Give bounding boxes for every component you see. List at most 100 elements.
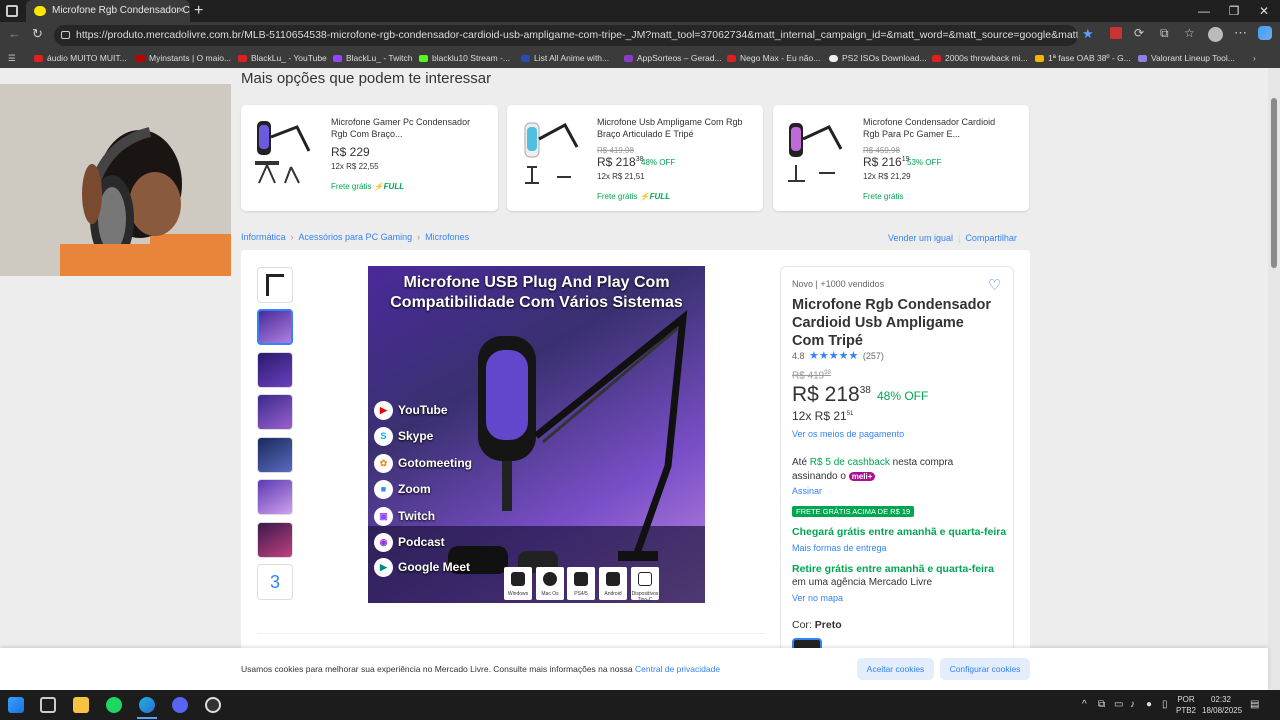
platform-podcast: ◉ Podcast — [374, 532, 445, 552]
gallery-thumbnail[interactable] — [257, 394, 293, 430]
rating-stars-icon: ★★★★★ — [809, 350, 859, 362]
browser-toolbar: ← ↻ https://produto.mercadolivre.com.br/… — [0, 22, 1280, 49]
gallery-thumbnail[interactable] — [257, 522, 293, 558]
google-meet-icon: ▶ — [374, 558, 393, 577]
pickup-text: Retire grátis entre amanhã e quarta-feir… — [792, 563, 994, 575]
task-view-icon[interactable] — [40, 697, 56, 713]
close-window-icon[interactable]: ✕ — [1248, 0, 1280, 22]
favorite-heart-icon[interactable]: ♡ — [988, 276, 1001, 294]
google-drive-icon — [1035, 55, 1044, 63]
bookmark-item[interactable]: BlackLu_ - Twitch — [333, 49, 412, 68]
bookmark-item[interactable]: Valorant Lineup Tool... — [1138, 49, 1235, 68]
more-bookmarks-icon[interactable]: › — [1253, 49, 1256, 68]
card-shipping: Frete grátis — [863, 192, 904, 201]
bookmark-item[interactable]: áudio MUITO MUIT... — [34, 49, 127, 68]
meli-plus-badge: meli+ — [848, 472, 876, 481]
url-text: https://produto.mercadolivre.com.br/MLB-… — [76, 29, 1078, 41]
language-indicator[interactable]: POR PTB2 — [1176, 694, 1196, 716]
breadcrumb-item[interactable]: Acessórios para PC Gaming — [299, 232, 413, 242]
pickup-location: em uma agência Mercado Livre — [792, 577, 933, 588]
bookmarks-menu-icon[interactable]: ☰ — [8, 49, 16, 68]
file-explorer-icon[interactable] — [73, 697, 89, 713]
recommendation-card[interactable]: Microfone Gamer Pc Condensador Rgb Com B… — [241, 105, 498, 211]
bookmark-item[interactable]: List All Anime with... — [521, 49, 609, 68]
bookmark-item[interactable]: Nego Max - Eu não... — [727, 49, 820, 68]
favorite-star-icon[interactable]: ★ — [1082, 26, 1094, 42]
tab-active[interactable]: Microfone Rgb Condensador Cardioid Usb A… — [26, 0, 190, 22]
back-icon[interactable]: ← — [8, 26, 21, 41]
tab-actions-icon[interactable] — [6, 5, 18, 17]
color-row: Cor: Preto — [792, 619, 842, 631]
gallery-more-thumbnails[interactable]: 3 — [257, 564, 293, 600]
split-screen-icon[interactable]: ⧉ — [1160, 26, 1169, 41]
tray-app-icon[interactable]: ⧉ — [1098, 699, 1105, 710]
network-icon[interactable]: ▭ — [1114, 699, 1123, 710]
main-product-image[interactable]: Microfone USB Plug And Play Com Compatib… — [368, 266, 705, 603]
obs-icon[interactable] — [205, 697, 221, 713]
refresh-extension-icon[interactable]: ⟳ — [1134, 26, 1144, 40]
card-discount: 48% OFF — [641, 158, 676, 167]
battery-icon[interactable]: ▯ — [1162, 699, 1168, 710]
card-title[interactable]: Microfone Condensador Cardioid Rgb Para … — [863, 116, 1013, 140]
recommendation-card[interactable]: Microfone Usb Ampligame Com Rgb Braço Ar… — [507, 105, 763, 211]
cookie-banner: Usamos cookies para melhorar sua experiê… — [0, 648, 1268, 690]
podcast-icon: ◉ — [374, 533, 393, 552]
gallery-thumbnail[interactable] — [257, 479, 293, 515]
tab-close-icon[interactable]: × — [178, 0, 184, 22]
gallery-thumbnail[interactable] — [257, 437, 293, 473]
bookmark-item[interactable]: 2000s throwback mi... — [932, 49, 1028, 68]
share-link[interactable]: Compartilhar — [965, 233, 1017, 243]
bookmark-item[interactable]: AppSorteos – Gerad... — [624, 49, 722, 68]
configure-cookies-button[interactable]: Configurar cookies — [940, 658, 1030, 680]
microphone-icon[interactable]: ● — [1146, 699, 1152, 710]
bookmark-item[interactable]: Myinstants | O maio... — [136, 49, 231, 68]
notifications-icon[interactable]: ▤ — [1250, 699, 1259, 710]
maximize-icon[interactable]: ❐ — [1218, 0, 1250, 22]
breadcrumb-item[interactable]: Microfones — [425, 232, 469, 242]
start-icon[interactable] — [8, 697, 24, 713]
breadcrumb-item[interactable]: Informática — [241, 232, 286, 242]
delivery-options-link[interactable]: Mais formas de entrega — [792, 543, 887, 553]
page-scrollbar[interactable] — [1268, 68, 1280, 690]
skype-icon: S — [374, 427, 393, 446]
installments: 12x R$ 2151 — [792, 409, 854, 423]
privacy-center-link[interactable]: Central de privacidade — [635, 664, 720, 674]
bookmarks-bar: ☰ áudio MUITO MUIT... Myinstants | O mai… — [0, 49, 1280, 68]
map-link[interactable]: Ver no mapa — [792, 593, 843, 603]
spotify-icon[interactable] — [106, 697, 122, 713]
review-count[interactable]: (257) — [863, 351, 884, 361]
volume-icon[interactable]: ♪ — [1130, 699, 1135, 710]
bookmark-item[interactable]: blacklu10 Stream -... — [419, 49, 510, 68]
sell-similar-link[interactable]: Vender um igual — [888, 233, 953, 243]
copilot-icon[interactable] — [1258, 26, 1272, 40]
accept-cookies-button[interactable]: Aceitar cookies — [857, 658, 934, 680]
rating-value: 4.8 — [792, 351, 805, 361]
gallery-thumbnail[interactable] — [257, 352, 293, 388]
subscribe-link[interactable]: Assinar — [792, 486, 822, 496]
profile-avatar[interactable] — [1208, 27, 1223, 42]
scrollbar-thumb[interactable] — [1271, 98, 1277, 268]
gallery-thumbnail[interactable] — [257, 267, 293, 303]
minimize-icon[interactable]: — — [1188, 0, 1220, 22]
card-title[interactable]: Microfone Gamer Pc Condensador Rgb Com B… — [331, 116, 481, 140]
bookmark-item[interactable]: BlackLu_ - YouTube — [238, 49, 327, 68]
more-menu-icon[interactable]: ⋯ — [1234, 25, 1247, 41]
card-title[interactable]: Microfone Usb Ampligame Com Rgb Braço Ar… — [597, 116, 747, 140]
bookmark-item[interactable]: 1ª fase OAB 38º - G... — [1035, 49, 1131, 68]
address-bar[interactable]: https://produto.mercadolivre.com.br/MLB-… — [54, 25, 1078, 46]
clock[interactable]: 02:32 18/08/2025 — [1202, 694, 1242, 716]
payment-methods-link[interactable]: Ver os meios de pagamento — [792, 429, 904, 439]
edge-icon[interactable] — [139, 697, 155, 713]
collections-icon[interactable]: ☆ — [1184, 26, 1195, 40]
new-tab-button[interactable]: + — [194, 0, 203, 22]
extension-icon[interactable] — [1110, 27, 1122, 39]
reload-icon[interactable]: ↻ — [32, 26, 43, 42]
free-shipping-badge: FRETE GRÁTIS ACIMA DE R$ 19 — [792, 506, 915, 517]
tray-overflow-icon[interactable]: ^ — [1082, 699, 1087, 710]
card-installments: 12x R$ 22,55 — [331, 162, 379, 171]
discord-icon[interactable] — [172, 697, 188, 713]
youtube-icon — [932, 55, 941, 63]
bookmark-item[interactable]: PS2 ISOs Download... — [829, 49, 927, 68]
gallery-thumbnail[interactable] — [257, 309, 293, 345]
recommendation-card[interactable]: Microfone Condensador Cardioid Rgb Para … — [773, 105, 1029, 211]
